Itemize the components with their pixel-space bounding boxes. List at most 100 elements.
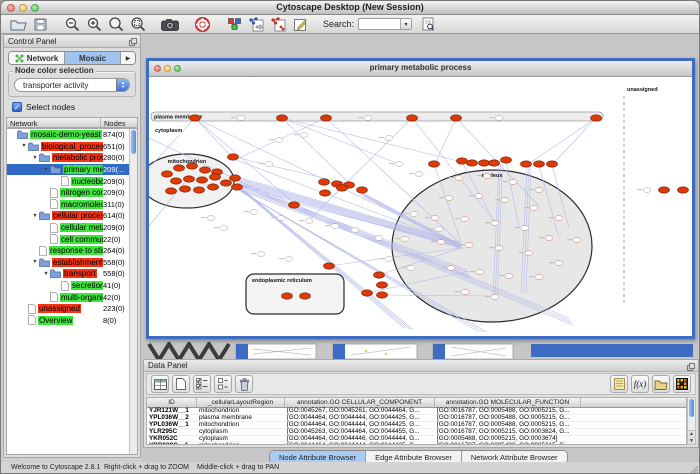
network-canvas[interactable]: plasma membranecytoplasmmitochondrionnuc… bbox=[149, 78, 692, 336]
tree-row[interactable]: secretion41(0) bbox=[7, 280, 137, 292]
tree-scrollbar[interactable] bbox=[129, 129, 137, 454]
nucleus-node[interactable] bbox=[530, 206, 538, 211]
selected-node[interactable] bbox=[221, 180, 232, 186]
selected-node[interactable] bbox=[282, 293, 293, 299]
nucleus-node[interactable] bbox=[455, 176, 463, 181]
unselected-node[interactable] bbox=[385, 136, 393, 141]
nucleus-node[interactable] bbox=[431, 216, 439, 221]
tree-row[interactable]: ▼cellular process614(0) bbox=[7, 210, 137, 222]
tree-row[interactable]: ▼establishment of lo558(0) bbox=[7, 257, 137, 269]
nucleus-node[interactable] bbox=[525, 251, 533, 256]
manual-annotation-button[interactable] bbox=[289, 16, 311, 33]
unselected-node[interactable] bbox=[257, 252, 265, 257]
nucleus-node[interactable] bbox=[545, 236, 553, 241]
tree-row[interactable]: nucleobase-c209(0) bbox=[7, 175, 137, 187]
create-attribute-button[interactable] bbox=[172, 375, 190, 393]
selected-node[interactable] bbox=[659, 187, 670, 193]
zoom-in-button[interactable] bbox=[83, 16, 105, 33]
snapshot-button[interactable] bbox=[159, 16, 181, 33]
nucleus-node[interactable] bbox=[476, 270, 484, 275]
nucleus-node[interactable] bbox=[521, 226, 529, 231]
zoom-out-button[interactable] bbox=[61, 16, 83, 33]
import-attributes-button[interactable] bbox=[652, 375, 670, 393]
unselected-node[interactable] bbox=[265, 162, 273, 167]
tree-row[interactable]: response to stimulu264(0) bbox=[7, 245, 137, 257]
selected-node[interactable] bbox=[300, 293, 311, 299]
selected-node[interactable] bbox=[377, 292, 388, 298]
selected-node[interactable] bbox=[228, 154, 239, 160]
selected-node[interactable] bbox=[180, 186, 191, 192]
selected-node[interactable] bbox=[200, 167, 211, 173]
save-session-button[interactable] bbox=[29, 16, 51, 33]
selected-node[interactable] bbox=[362, 290, 373, 296]
unselected-node[interactable] bbox=[237, 116, 245, 121]
tab-network[interactable]: Network bbox=[9, 52, 65, 64]
selected-node[interactable] bbox=[429, 161, 440, 167]
tree-row[interactable]: cellular metabol209(0) bbox=[7, 222, 137, 234]
float-data-panel-icon[interactable] bbox=[687, 363, 695, 373]
unselected-node[interactable] bbox=[275, 138, 283, 143]
nucleus-node[interactable] bbox=[445, 196, 453, 201]
import-network-red-button[interactable] bbox=[267, 16, 289, 33]
unselected-node[interactable] bbox=[495, 116, 503, 121]
column-header[interactable]: annotation.GO MOLECULAR_FUNCTION bbox=[435, 398, 581, 407]
selected-node[interactable] bbox=[521, 161, 532, 167]
nucleus-node[interactable] bbox=[447, 266, 455, 271]
selected-node[interactable] bbox=[289, 202, 300, 208]
tree-row[interactable]: cell communicat22(0) bbox=[7, 233, 137, 245]
selected-node[interactable] bbox=[467, 160, 478, 166]
overview-panel-button[interactable] bbox=[223, 16, 245, 33]
tree-scrollbar-thumb[interactable] bbox=[131, 130, 136, 154]
nucleus-node[interactable] bbox=[437, 240, 445, 245]
unselect-all-attributes-button[interactable] bbox=[214, 375, 232, 393]
nucleus-node[interactable] bbox=[461, 217, 469, 222]
selected-node[interactable] bbox=[321, 115, 332, 121]
selected-node[interactable] bbox=[208, 184, 219, 190]
unselected-node[interactable] bbox=[300, 133, 308, 138]
unselected-node[interactable] bbox=[285, 257, 293, 262]
selected-node[interactable] bbox=[320, 190, 331, 196]
tree-expand-arrow-icon[interactable]: ▼ bbox=[31, 155, 39, 161]
table-row[interactable]: YDR039C__1mitochondrion[GO:0044464, GO:0… bbox=[147, 442, 686, 445]
unselected-node[interactable] bbox=[415, 172, 423, 177]
select-all-attributes-button[interactable] bbox=[193, 375, 211, 393]
tree-expand-arrow-icon[interactable]: ▼ bbox=[31, 259, 39, 265]
selected-node[interactable] bbox=[547, 161, 558, 167]
tree-expand-arrow-icon[interactable]: ▼ bbox=[20, 143, 28, 149]
nucleus-node[interactable] bbox=[461, 290, 469, 295]
window-titlebar[interactable]: Cytoscape Desktop (New Session) bbox=[1, 1, 699, 15]
selected-node[interactable] bbox=[451, 115, 462, 121]
unselected-node[interactable] bbox=[351, 228, 359, 233]
import-network-blue-button[interactable] bbox=[245, 16, 267, 33]
unselected-node[interactable] bbox=[207, 216, 215, 221]
selected-node[interactable] bbox=[324, 263, 335, 269]
tree-row[interactable]: ▼biological_process651(0) bbox=[7, 141, 137, 153]
tree-expand-arrow-icon[interactable]: ▼ bbox=[42, 271, 50, 277]
tree-row[interactable]: multi-organism pro42(0) bbox=[7, 291, 137, 303]
nucleus-node[interactable] bbox=[555, 216, 563, 221]
nucleus-node[interactable] bbox=[535, 188, 543, 193]
tree-row[interactable]: mosaic-demo-yeast874(0) bbox=[7, 129, 137, 141]
attribute-table[interactable]: ID_cellularLayoutRegionannotation.GO CEL… bbox=[146, 397, 687, 445]
selected-node[interactable] bbox=[678, 187, 689, 193]
matrix-button[interactable] bbox=[673, 375, 691, 393]
search-input[interactable]: ▾ bbox=[358, 18, 412, 30]
tree-expand-arrow-icon[interactable]: ▼ bbox=[31, 213, 39, 219]
tree-row[interactable]: Overview8(0) bbox=[7, 315, 137, 327]
nucleus-node[interactable] bbox=[535, 275, 543, 280]
nucleus-node[interactable] bbox=[573, 238, 581, 243]
selected-node[interactable] bbox=[489, 160, 500, 166]
nucleus-node[interactable] bbox=[555, 261, 563, 266]
unselected-node[interactable] bbox=[395, 162, 403, 167]
selected-node[interactable] bbox=[210, 174, 221, 180]
unselected-node[interactable] bbox=[401, 237, 409, 242]
nucleus-node[interactable] bbox=[475, 194, 483, 199]
unselected-node[interactable] bbox=[435, 227, 443, 232]
nucleus-node[interactable] bbox=[483, 174, 491, 179]
selected-node[interactable] bbox=[184, 176, 195, 182]
nucleus-node[interactable] bbox=[509, 180, 517, 185]
nucleus-node[interactable] bbox=[491, 295, 499, 300]
unselected-node[interactable] bbox=[220, 226, 228, 231]
table-scrollbar-arrows[interactable]: ▲▼ bbox=[688, 430, 695, 444]
selected-node[interactable] bbox=[194, 187, 205, 193]
